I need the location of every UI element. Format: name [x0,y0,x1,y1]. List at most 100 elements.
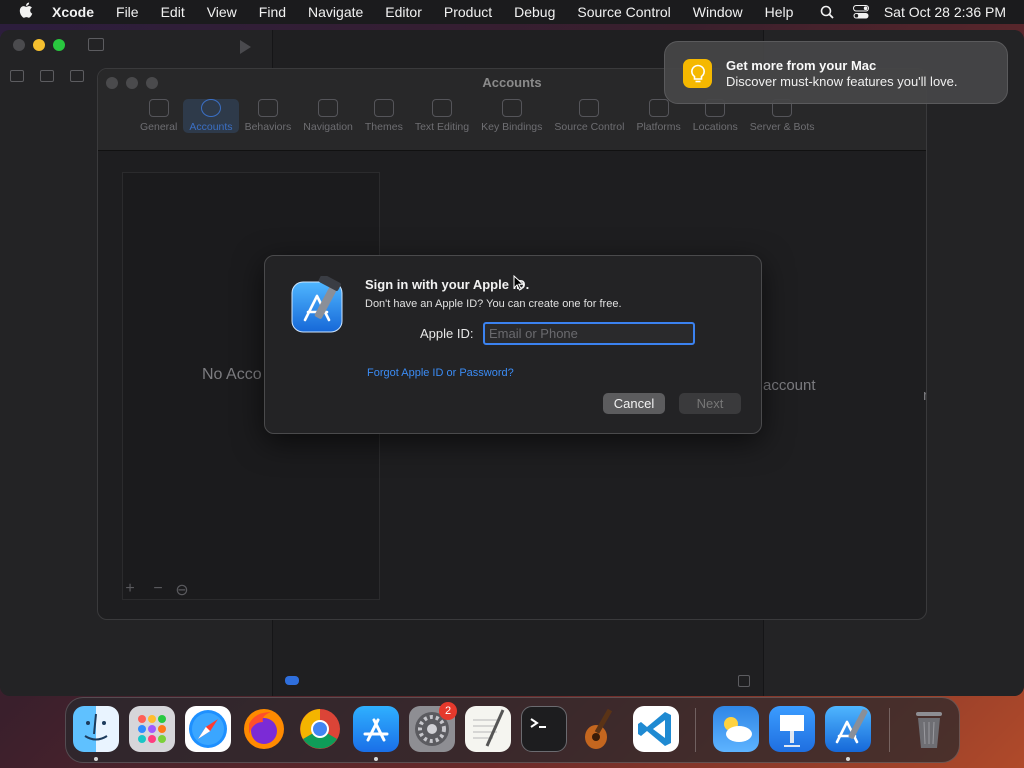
window-minimize-button[interactable] [33,39,45,51]
tab-label: Server & Bots [749,121,815,133]
tab-server-bots[interactable]: Server & Bots [744,99,821,133]
notification-banner[interactable]: Get more from your Mac Discover must-kno… [664,41,1008,104]
menu-file[interactable]: File [105,4,150,20]
lightbulb-icon [683,59,712,88]
at-sign-icon [200,99,221,117]
tab-platforms[interactable]: Platforms [630,99,686,133]
control-center-icon[interactable] [844,5,878,19]
window-zoom-button[interactable] [53,39,65,51]
layers-icon [648,99,669,117]
tab-navigation[interactable]: Navigation [297,99,359,133]
notification-title: Get more from your Mac [726,58,877,73]
firefox-icon[interactable] [241,706,287,752]
gear-icon [148,99,169,117]
trash-icon[interactable] [906,706,952,752]
clipped-hint-text: n [923,387,926,404]
apple-id-input[interactable] [483,322,695,345]
sign-in-sheet: Sign in with your Apple ID. Don't have a… [264,255,762,434]
textedit-icon[interactable] [465,706,511,752]
tab-label: Text Editing [414,121,470,133]
xcode-dock-icon[interactable] [825,706,871,752]
menu-window[interactable]: Window [682,4,754,20]
notification-badge: 2 [439,702,457,720]
menu-bar: Xcode File Edit View Find Navigate Edito… [0,0,1024,24]
launchpad-icon[interactable] [129,706,175,752]
garageband-icon[interactable] [577,706,623,752]
tab-label: Source Control [554,121,625,133]
add-account-button[interactable]: + [122,580,138,598]
forgot-apple-id-link[interactable]: Forgot Apple ID or Password? [367,367,514,379]
menu-edit[interactable]: Edit [150,4,196,20]
settings-toolbar: General Accounts Behaviors Navigation Th… [134,99,821,133]
menu-source-control[interactable]: Source Control [566,4,681,20]
app-store-icon[interactable] [353,706,399,752]
add-account-hint-text: account [763,377,816,394]
source-control-icon [579,99,600,117]
dock-separator [695,708,696,752]
apple-menu-icon[interactable] [0,2,52,23]
sidebar-toggle-icon[interactable] [88,38,104,51]
tab-themes[interactable]: Themes [359,99,409,133]
tab-label: General [140,121,178,133]
menu-bar-status-area: Sat Oct 28 2:36 PM [810,4,1024,20]
finder-icon[interactable] [73,706,119,752]
debug-area-toggle-icon[interactable] [738,675,750,687]
tab-label: Key Bindings [481,121,543,133]
tab-label: Accounts [189,121,233,133]
keynote-icon[interactable] [769,706,815,752]
navigation-icon [318,99,339,117]
tab-key-bindings[interactable]: Key Bindings [475,99,548,133]
sheet-title: Sign in with your Apple ID. [365,277,530,292]
tab-label: Behaviors [244,121,292,133]
safari-icon[interactable] [185,706,231,752]
chrome-icon[interactable] [297,706,343,752]
folder-icon[interactable] [10,70,24,82]
run-icon[interactable] [240,40,251,54]
tab-label: Platforms [636,121,681,133]
menu-help[interactable]: Help [754,4,805,20]
brush-icon [373,99,394,117]
account-options-button[interactable]: ⊖ [174,580,190,600]
tab-locations[interactable]: Locations [687,99,744,133]
tab-accounts[interactable]: Accounts [183,99,239,133]
spotlight-search-icon[interactable] [810,5,844,19]
tab-source-control[interactable]: Source Control [548,99,630,133]
menu-navigate[interactable]: Navigate [297,4,374,20]
dock: 2 [65,697,960,763]
cancel-button[interactable]: Cancel [603,393,665,414]
tab-behaviors[interactable]: Behaviors [239,99,298,133]
remove-account-button[interactable]: − [150,580,166,598]
menu-app-name[interactable]: Xcode [52,4,105,20]
tab-text-editing[interactable]: Text Editing [409,99,475,133]
no-accounts-text: No Acco [202,366,262,383]
system-settings-icon[interactable]: 2 [409,702,457,752]
tab-label: Themes [364,121,403,133]
dock-separator [889,708,890,752]
tab-label: Locations [692,121,738,133]
sheet-subtitle: Don't have an Apple ID? You can create o… [365,298,622,310]
menu-editor[interactable]: Editor [374,4,433,20]
running-indicator [374,757,378,761]
next-button[interactable]: Next [679,393,741,414]
xcode-app-icon [291,274,349,334]
menu-view[interactable]: View [196,4,248,20]
keyboard-icon [501,99,522,117]
tab-general[interactable]: General [134,99,183,133]
apple-id-label: Apple ID: [420,326,474,341]
symbol-navigator-icon[interactable] [70,70,84,82]
weather-icon[interactable] [713,706,759,752]
mouse-cursor-icon [513,274,525,296]
vscode-icon[interactable] [633,706,679,752]
menu-find[interactable]: Find [248,4,297,20]
filter-toggle-icon[interactable] [285,676,299,685]
behaviors-icon [257,99,278,117]
running-indicator [94,757,98,761]
terminal-icon[interactable] [521,706,567,752]
source-control-navigator-icon[interactable] [40,70,54,82]
menu-bar-clock[interactable]: Sat Oct 28 2:36 PM [878,4,1006,20]
menu-debug[interactable]: Debug [503,4,566,20]
notification-body: Discover must-know features you'll love. [726,74,958,89]
menu-product[interactable]: Product [433,4,503,20]
pencil-icon [431,99,452,117]
window-close-button[interactable] [13,39,25,51]
